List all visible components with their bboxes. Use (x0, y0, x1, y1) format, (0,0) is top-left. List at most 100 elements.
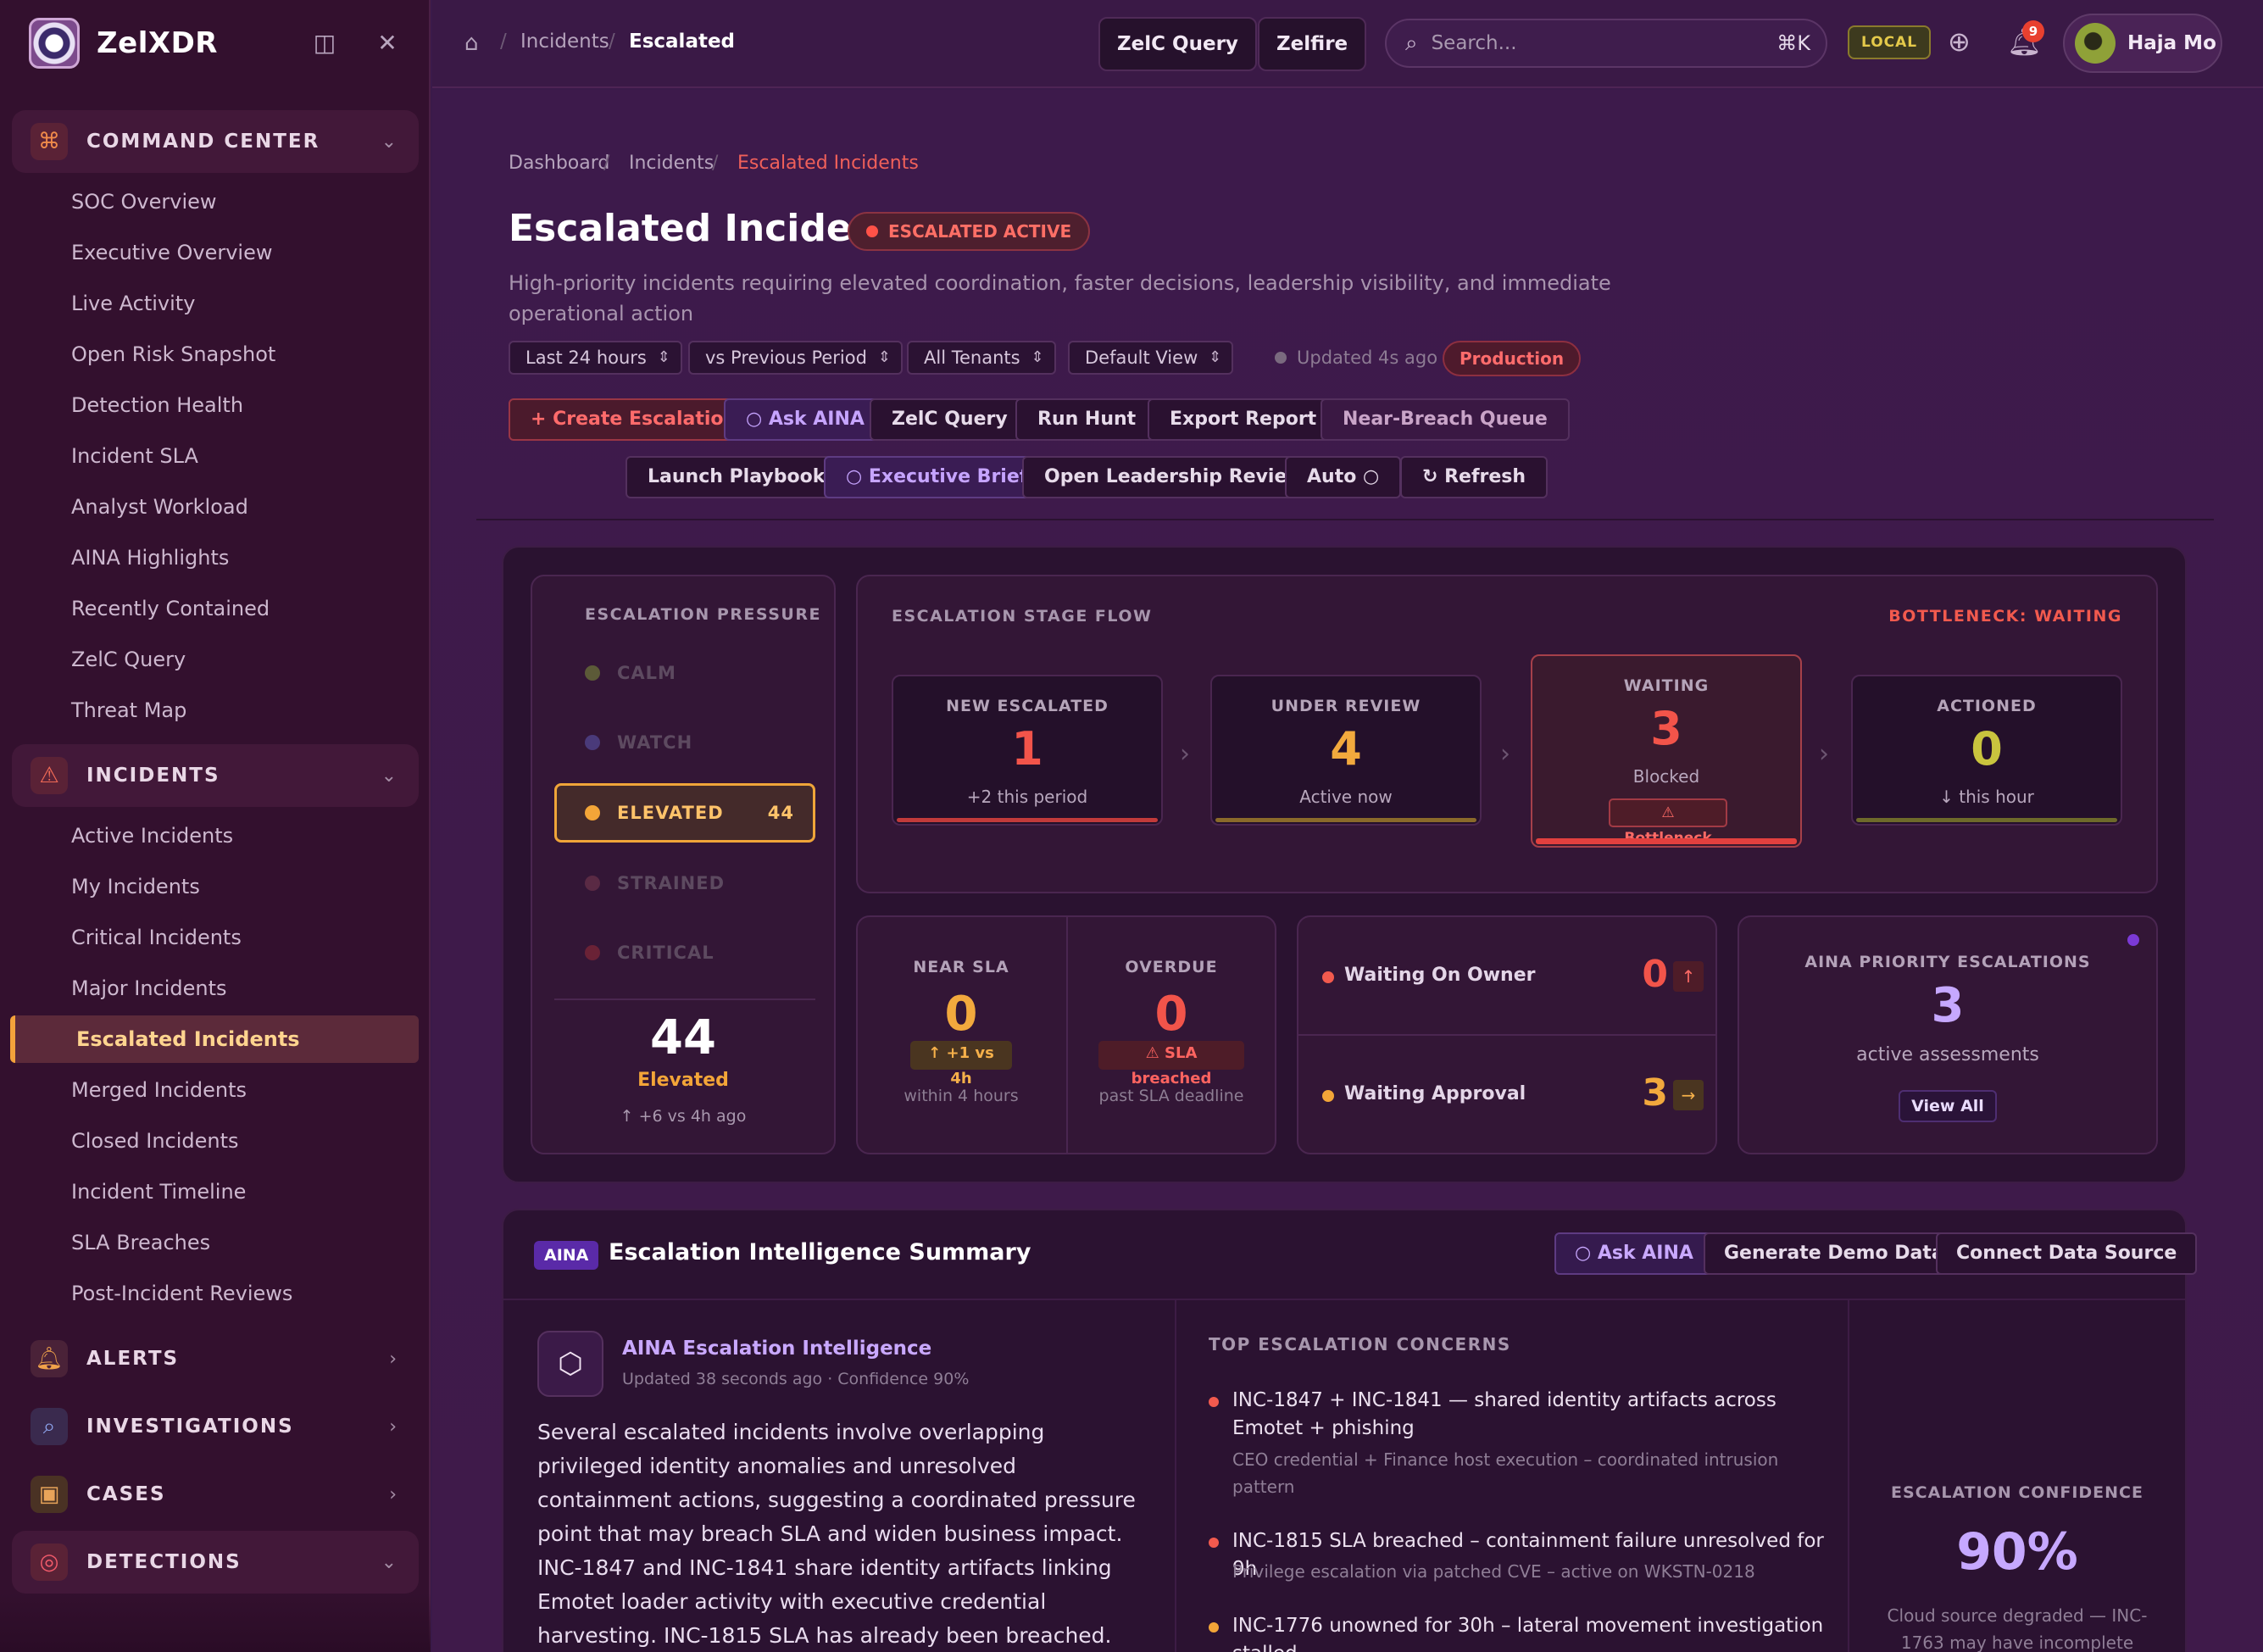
sidebar-group-cases[interactable]: ▣ CASES › (12, 1463, 419, 1526)
sidebar-item-open-risk-snapshot[interactable]: Open Risk Snapshot (71, 331, 275, 378)
sidebar-group-command-center[interactable]: ⌘ COMMAND CENTER ⌄ (12, 110, 419, 173)
search-box[interactable]: ⌕ Search... ⌘K (1385, 19, 1827, 68)
stage-sub: ↓ this hour (1939, 787, 2034, 807)
sidebar-item-incident-timeline[interactable]: Incident Timeline (71, 1168, 246, 1215)
generate-demo-data-button[interactable]: Generate Demo Data (1704, 1232, 1965, 1275)
card-title: AINA PRIORITY ESCALATIONS (1804, 953, 2091, 971)
sidebar-group-detections[interactable]: ◎ DETECTIONS ⌄ (12, 1531, 419, 1594)
topbar-crumb-incidents[interactable]: Incidents (520, 31, 609, 53)
avatar (2075, 23, 2116, 64)
breadcrumb-dashboard[interactable]: Dashboard (509, 153, 609, 174)
stage-under-review[interactable]: UNDER REVIEW 4 Active now (1210, 675, 1482, 826)
executive-brief-button[interactable]: ○ Executive Brief (824, 456, 1050, 498)
pressure-level-calm: CALM (554, 648, 815, 698)
status-dot (1322, 971, 1334, 983)
intel-source-title[interactable]: AINA Escalation Intelligence (622, 1338, 931, 1360)
topbar: ⌂ / Incidents / Escalated ZelC Query Zel… (432, 0, 2263, 88)
group-label: COMMAND CENTER (86, 131, 320, 153)
sidebar-item-incident-sla[interactable]: Incident SLA (71, 432, 198, 480)
status-badge: ESCALATED ACTIVE (848, 212, 1091, 251)
run-hunt-button[interactable]: Run Hunt (1015, 398, 1159, 441)
sidebar-item-soc-overview[interactable]: SOC Overview (71, 178, 217, 225)
stage-bar (1536, 838, 1797, 844)
open-leadership-review-button[interactable]: Open Leadership Review (1022, 456, 1326, 498)
waiting-approval-row[interactable]: Waiting Approval 3 → (1300, 1036, 1715, 1154)
level-count: 44 (767, 803, 794, 823)
sidebar-item-escalated-incidents[interactable]: Escalated Incidents (10, 1015, 419, 1063)
status-dot (585, 665, 600, 681)
concern-item[interactable]: INC-1847 + INC-1841 — shared identity ar… (1209, 1387, 1836, 1505)
status-dot (1209, 1397, 1219, 1407)
sidebar-item-executive-overview[interactable]: Executive Overview (71, 229, 272, 276)
sidebar-item-live-activity[interactable]: Live Activity (71, 280, 195, 327)
launch-playbook-button[interactable]: Launch Playbook (626, 456, 848, 498)
status-dot (1209, 1538, 1219, 1548)
create-escalation-button[interactable]: + Create Escalation (509, 398, 759, 441)
collapse-icon[interactable]: ✕ (373, 29, 402, 58)
sidebar-group-alerts[interactable]: 🔔︎ ALERTS › (12, 1327, 419, 1390)
sidebar-item-aina-highlights[interactable]: AINA Highlights (71, 534, 229, 581)
view-select[interactable]: Default View (1068, 341, 1234, 375)
near-breach-queue-button[interactable]: Near-Breach Queue (1321, 398, 1570, 441)
waiting-label: Waiting On Owner (1344, 965, 1536, 986)
sidebar-item-sla-breaches[interactable]: SLA Breaches (71, 1219, 210, 1266)
env-badge: LOCAL (1848, 25, 1932, 59)
overdue-sla[interactable]: OVERDUE 0 ⚠ SLA breached past SLA deadli… (1068, 921, 1275, 1154)
confidence-note: Cloud source degraded — INC-1763 may hav… (1887, 1605, 2148, 1652)
status-dot (585, 945, 600, 960)
stage-value: 4 (1330, 722, 1362, 776)
sidebar-item-analyst-workload[interactable]: Analyst Workload (71, 483, 248, 531)
waiting-on-owner-row[interactable]: Waiting On Owner 0 ↑ (1300, 917, 1715, 1036)
updated-status: Updated 4s ago (1275, 348, 1437, 368)
ask-aina-button[interactable]: ○ Ask AINA (1554, 1232, 1714, 1275)
stage-actioned[interactable]: ACTIONED 0 ↓ this hour (1851, 675, 2122, 826)
home-icon[interactable]: ⌂ (464, 31, 479, 56)
breadcrumb-incidents[interactable]: Incidents (629, 153, 714, 174)
export-report-button[interactable]: Export Report (1148, 398, 1339, 441)
concern-item[interactable]: INC-1776 unowned for 30h – lateral movem… (1209, 1612, 1836, 1652)
add-icon[interactable]: ⊕ (1948, 25, 1971, 58)
stage-waiting[interactable]: WAITING 3 Blocked ⚠ Bottleneck (1531, 654, 1802, 848)
time-range-select[interactable]: Last 24 hours (509, 341, 682, 375)
sla-title: OVERDUE (1125, 958, 1218, 976)
view-all-button[interactable]: View All (1899, 1090, 1997, 1122)
sidebar-group-incidents[interactable]: ⚠ INCIDENTS ⌄ (12, 744, 419, 807)
user-menu[interactable]: Haja Mo (2063, 14, 2222, 73)
sidebar-item-my-incidents[interactable]: My Incidents (71, 863, 200, 910)
environment-badge: Production (1443, 341, 1582, 376)
sidebar-item-major-incidents[interactable]: Major Incidents (71, 965, 227, 1012)
connect-data-source-button[interactable]: Connect Data Source (1936, 1232, 2198, 1275)
sidebar-item-closed-incidents[interactable]: Closed Incidents (71, 1117, 239, 1165)
stage-value: 0 (1971, 722, 2003, 776)
stage-new-escalated[interactable]: NEW ESCALATED 1 +2 this period (892, 675, 1163, 826)
intel-title: Escalation Intelligence Summary (609, 1239, 1031, 1265)
refresh-button[interactable]: ↻ Refresh (1400, 456, 1549, 498)
sidebar-item-active-incidents[interactable]: Active Incidents (71, 812, 233, 859)
sidebar-item-zelc-query[interactable]: ZelC Query (71, 636, 186, 683)
concern-desc: CEO credential + Finance host execution … (1232, 1449, 1779, 1497)
concern-item[interactable]: INC-1815 SLA breached – containment fail… (1209, 1527, 1836, 1590)
sidebar-item-merged-incidents[interactable]: Merged Incidents (71, 1066, 247, 1114)
level-label: WATCH (617, 732, 693, 753)
sidebar-item-post-incident-reviews[interactable]: Post-Incident Reviews (71, 1270, 292, 1317)
zelfire-button[interactable]: Zelfire (1258, 17, 1367, 71)
sidebar-item-critical-incidents[interactable]: Critical Incidents (71, 914, 242, 961)
zelc-query-button[interactable]: ZelC Query (870, 398, 1030, 441)
bottleneck-badge: ⚠ Bottleneck (1609, 798, 1727, 847)
search-input[interactable]: Search... (1432, 32, 1517, 54)
sidebar-item-recently-contained[interactable]: Recently Contained (71, 585, 270, 632)
group-label: INCIDENTS (86, 765, 220, 787)
tenant-select[interactable]: All Tenants (907, 341, 1056, 375)
auto-refresh-toggle[interactable]: Auto ○ (1285, 456, 1402, 498)
pressure-level-watch: WATCH (554, 717, 815, 768)
ask-aina-button[interactable]: ○ Ask AINA (724, 398, 887, 441)
brand[interactable]: ZelXDR (29, 15, 218, 71)
zelc-query-button[interactable]: ZelC Query (1098, 17, 1257, 71)
sidebar-group-investigations[interactable]: ⌕ INVESTIGATIONS › (12, 1395, 419, 1458)
compare-select[interactable]: vs Previous Period (688, 341, 903, 375)
sla-delta-badge: ↑ +1 vs 4h (910, 1041, 1012, 1087)
sidebar-item-threat-map[interactable]: Threat Map (71, 687, 186, 734)
near-sla[interactable]: NEAR SLA 0 ↑ +1 vs 4h within 4 hours (858, 921, 1065, 1154)
sidebar-item-detection-health[interactable]: Detection Health (71, 381, 243, 429)
sidebar-toggle-icon[interactable]: ◫ (310, 29, 339, 58)
